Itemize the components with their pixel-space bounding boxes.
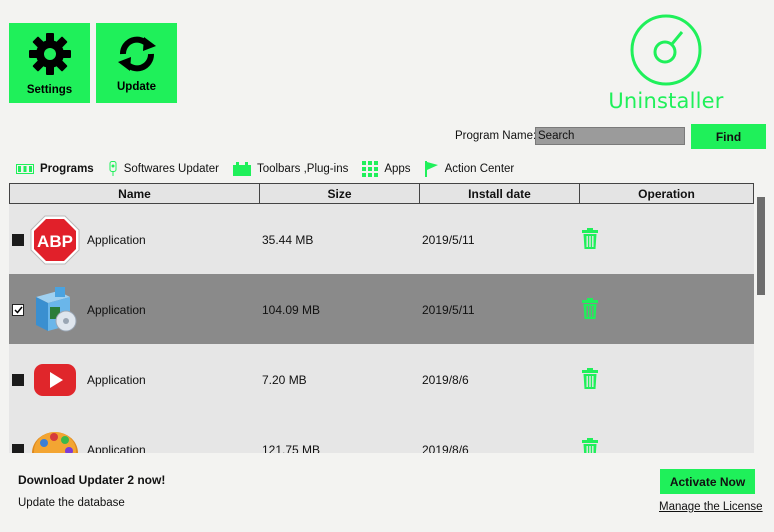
tab-label: Apps <box>384 163 411 175</box>
find-button[interactable]: Find <box>691 124 766 149</box>
tab-label: Toolbars ,Plug-ins <box>256 163 349 175</box>
youtube-icon <box>34 364 76 396</box>
tab-label: Action Center <box>444 163 515 175</box>
apps-grid-icon <box>362 161 379 177</box>
search-input[interactable] <box>535 127 685 145</box>
tab-label: Softwares Updater <box>123 163 219 175</box>
row-checkbox[interactable] <box>12 234 24 246</box>
column-header-size[interactable]: Size <box>260 184 420 203</box>
uninstall-trash-icon[interactable] <box>582 228 598 252</box>
update-label: Update <box>117 80 156 93</box>
uninstall-trash-icon[interactable] <box>582 368 598 392</box>
row-checkbox[interactable] <box>12 374 24 386</box>
flag-icon <box>424 161 439 177</box>
brand: Uninstaller <box>608 12 724 113</box>
tab-toolbars-plugins[interactable]: Toolbars ,Plug-ins <box>232 162 349 176</box>
app-size: 104.09 MB <box>262 303 321 317</box>
programs-icon <box>16 164 34 174</box>
table-row[interactable]: Application 7.20 MB 2019/8/6 <box>9 344 754 414</box>
row-checkbox-checked[interactable] <box>12 304 24 316</box>
tab-softwares-updater[interactable]: Softwares Updater <box>108 161 219 177</box>
settings-button[interactable]: Settings <box>9 23 90 103</box>
uninstall-trash-icon[interactable] <box>582 298 598 322</box>
tab-programs[interactable]: Programs <box>16 163 94 175</box>
column-header-install-date[interactable]: Install date <box>420 184 580 203</box>
app-size: 35.44 MB <box>262 233 314 247</box>
column-header-name[interactable]: Name <box>10 184 260 203</box>
app-name: Application <box>87 443 146 453</box>
palette-icon <box>32 432 78 453</box>
program-name-label: Program Name: <box>455 130 537 142</box>
update-button[interactable]: Update <box>96 23 177 103</box>
app-size: 121.75 MB <box>262 443 321 453</box>
app-install-date: 2019/5/11 <box>422 303 475 317</box>
tab-label: Programs <box>40 163 94 175</box>
installer-box-icon <box>36 287 77 332</box>
column-header-operation: Operation <box>638 186 695 201</box>
settings-label: Settings <box>26 83 73 96</box>
abp-icon: ABP <box>30 215 80 265</box>
table-row[interactable]: Application 121.75 MB 2019/8/6 <box>9 414 754 453</box>
updater-icon <box>108 161 118 177</box>
brand-name: Uninstaller <box>608 89 724 113</box>
plugin-icon <box>232 162 251 176</box>
table-row[interactable]: ABP Application 35.44 MB 2019/5/11 <box>9 204 754 274</box>
uninstall-trash-icon[interactable] <box>582 438 598 453</box>
gear-icon <box>27 31 73 80</box>
app-install-date: 2019/8/6 <box>422 443 469 453</box>
app-install-date: 2019/8/6 <box>422 373 469 387</box>
svg-text:ABP: ABP <box>37 232 73 251</box>
app-install-date: 2019/5/11 <box>422 233 475 247</box>
row-checkbox[interactable] <box>12 444 24 453</box>
update-database-link[interactable]: Update the database <box>18 497 125 509</box>
activate-now-button[interactable]: Activate Now <box>660 469 755 494</box>
table-header: Name Size Install date Operation <box>9 183 754 204</box>
footer: Download Updater 2 now! Update the datab… <box>0 453 774 532</box>
promo-title: Download Updater 2 now! <box>18 473 166 487</box>
manage-license-link[interactable]: Manage the License <box>659 501 763 513</box>
program-list: ABP Application 35.44 MB 2019/5/11 Appli… <box>9 204 754 453</box>
app-name: Application <box>87 303 146 317</box>
app-name: Application <box>87 373 146 387</box>
app-name: Application <box>87 233 146 247</box>
tab-action-center[interactable]: Action Center <box>424 161 515 177</box>
scrollbar-thumb[interactable] <box>757 197 765 295</box>
table-row[interactable]: Application 104.09 MB 2019/5/11 <box>9 274 754 344</box>
tab-apps[interactable]: Apps <box>362 161 411 177</box>
app-size: 7.20 MB <box>262 373 307 387</box>
uninstaller-logo-icon <box>630 14 702 86</box>
refresh-icon <box>114 34 160 77</box>
category-tabs: Programs Softwares Updater Toolbars ,Plu… <box>16 158 528 180</box>
